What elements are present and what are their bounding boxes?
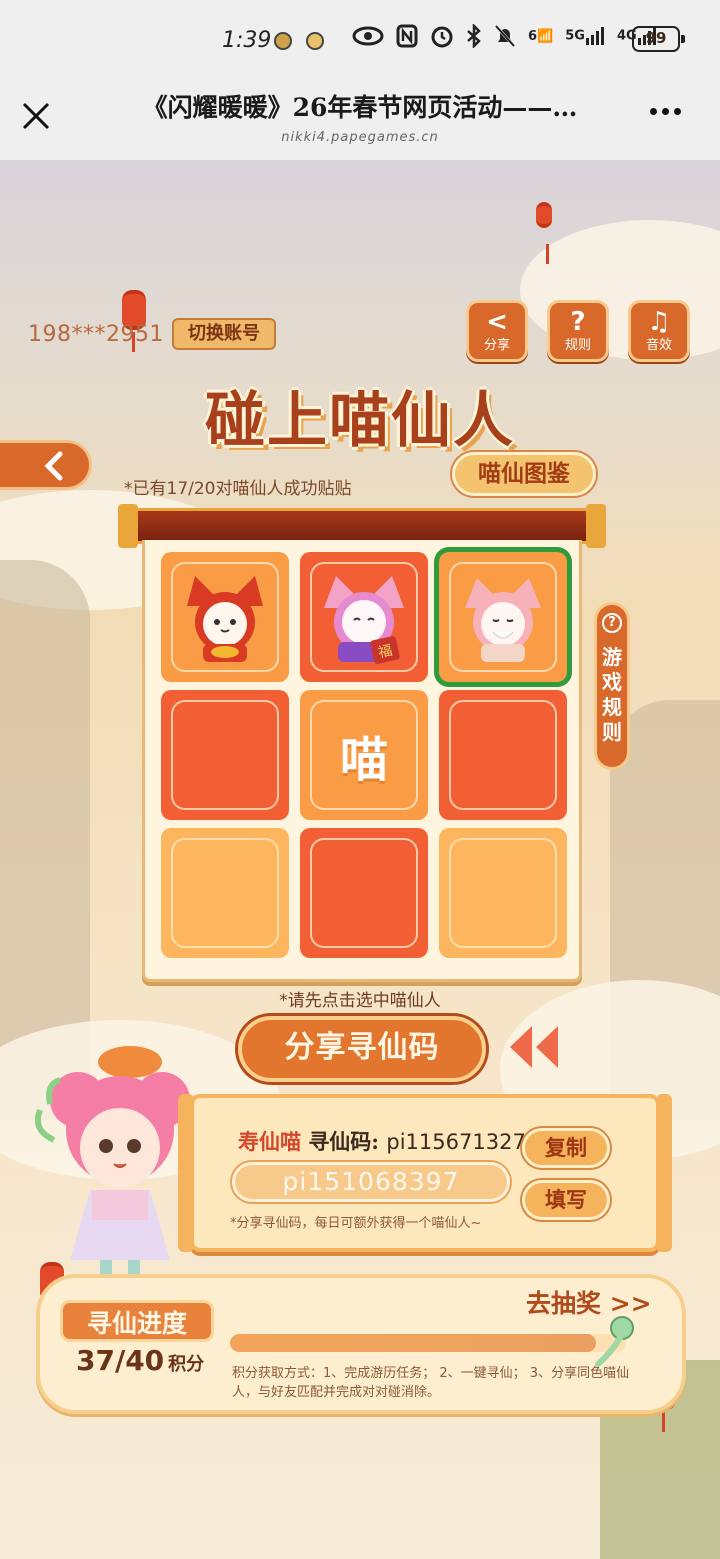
board-tile[interactable] (439, 690, 567, 820)
account-phone: 198***2951 (28, 322, 164, 347)
bluetooth-icon (467, 24, 481, 48)
wifi-icon: 6📶 (528, 28, 554, 44)
board-tile[interactable] (300, 828, 428, 958)
signal-5g-icon: 5G (565, 26, 605, 46)
scroll-rod-end (118, 504, 138, 548)
share-code-button[interactable]: 分享寻仙码 (238, 1016, 486, 1082)
board-tile[interactable]: 福 (300, 552, 428, 682)
more-menu-icon[interactable] (650, 108, 681, 115)
points-description: 积分获取方式：1、完成游历任务； 2、一键寻仙； 3、分享同色喵仙人，与好友匹配… (232, 1366, 630, 1400)
jade-ruyi-icon (595, 1316, 634, 1367)
fill-button[interactable]: 填写 (522, 1180, 610, 1220)
browser-header: 《闪耀暖暖》26年春节网页活动——… nikki4.papegames.cn (0, 80, 720, 160)
seek-code-hint: *分享寻仙码，每日可额外获得一个喵仙人~ (230, 1216, 482, 1231)
scroll-rod-end (586, 504, 606, 548)
activity-title: 碰上喵仙人 (205, 386, 515, 456)
close-icon[interactable] (20, 100, 52, 132)
board-tile[interactable] (439, 828, 567, 958)
board-tile-miao[interactable]: 喵 (300, 690, 428, 820)
seek-code-panel: 寿仙喵 寻仙码: pi115671327 pi151068397 *分享寻仙码，… (178, 1094, 672, 1252)
music-icon: ♫ (647, 307, 671, 337)
rules-button[interactable]: ? 规则 (547, 300, 609, 362)
status-bar: 1:39 6📶 5G 4G 99 (0, 0, 720, 80)
cat-guide-button[interactable]: 喵仙图鉴 (452, 452, 596, 496)
battery-icon: 99 (632, 26, 685, 52)
chevron-left-icon (44, 451, 63, 481)
app-notification-icon (274, 32, 292, 50)
question-icon: ? (602, 613, 622, 633)
progress-title: 寻仙进度 (60, 1300, 214, 1342)
pair-progress-note: *已有17/20对喵仙人成功贴贴 (124, 479, 352, 499)
eye-icon (352, 26, 384, 46)
page-title: 《闪耀暖暖》26年春节网页活动——… (142, 93, 578, 122)
double-arrow-left-icon (510, 1026, 558, 1068)
select-hint: *请先点击选中喵仙人 (279, 991, 441, 1011)
lantern-decoration (536, 202, 552, 264)
mute-bell-icon (494, 24, 516, 48)
progress-bar (230, 1334, 626, 1352)
red-cat-character-icon (187, 576, 263, 662)
share-icon: < (486, 307, 508, 337)
back-button[interactable] (0, 440, 92, 490)
board-tile[interactable] (161, 828, 289, 958)
alarm-icon (431, 26, 453, 48)
sound-button[interactable]: ♫ 音效 (628, 300, 690, 362)
switch-account-button[interactable]: 切换账号 (172, 318, 276, 350)
girl-character-illustration (34, 1046, 190, 1288)
miao-text: 喵 (339, 732, 388, 788)
seek-code-input[interactable]: pi151068397 (232, 1162, 510, 1202)
nfc-icon (396, 24, 418, 48)
game-rules-button[interactable]: ? 游戏规则 (594, 602, 630, 770)
copy-button[interactable]: 复制 (522, 1128, 610, 1168)
status-time: 1:39 (222, 28, 272, 53)
progress-score: 37/40 积分 (76, 1344, 205, 1377)
board-tile[interactable] (161, 690, 289, 820)
status-icons: 6📶 5G 4G (352, 24, 657, 48)
board-tile-selected[interactable] (439, 552, 567, 682)
my-seek-code: 寿仙喵 寻仙码: pi115671327 (238, 1129, 526, 1154)
share-button[interactable]: < 分享 (466, 300, 528, 362)
question-icon: ? (570, 307, 586, 337)
app-notification-icon (306, 32, 324, 50)
pink-old-cat-character-icon (465, 578, 541, 662)
scroll-rod (126, 508, 596, 544)
match-board: 福 喵 (142, 540, 582, 982)
page-url: nikki4.papegames.cn (281, 130, 439, 145)
progress-bar-fill (230, 1334, 597, 1352)
board-tile[interactable] (161, 552, 289, 682)
pink-cat-fu-character-icon: 福 (324, 576, 404, 664)
